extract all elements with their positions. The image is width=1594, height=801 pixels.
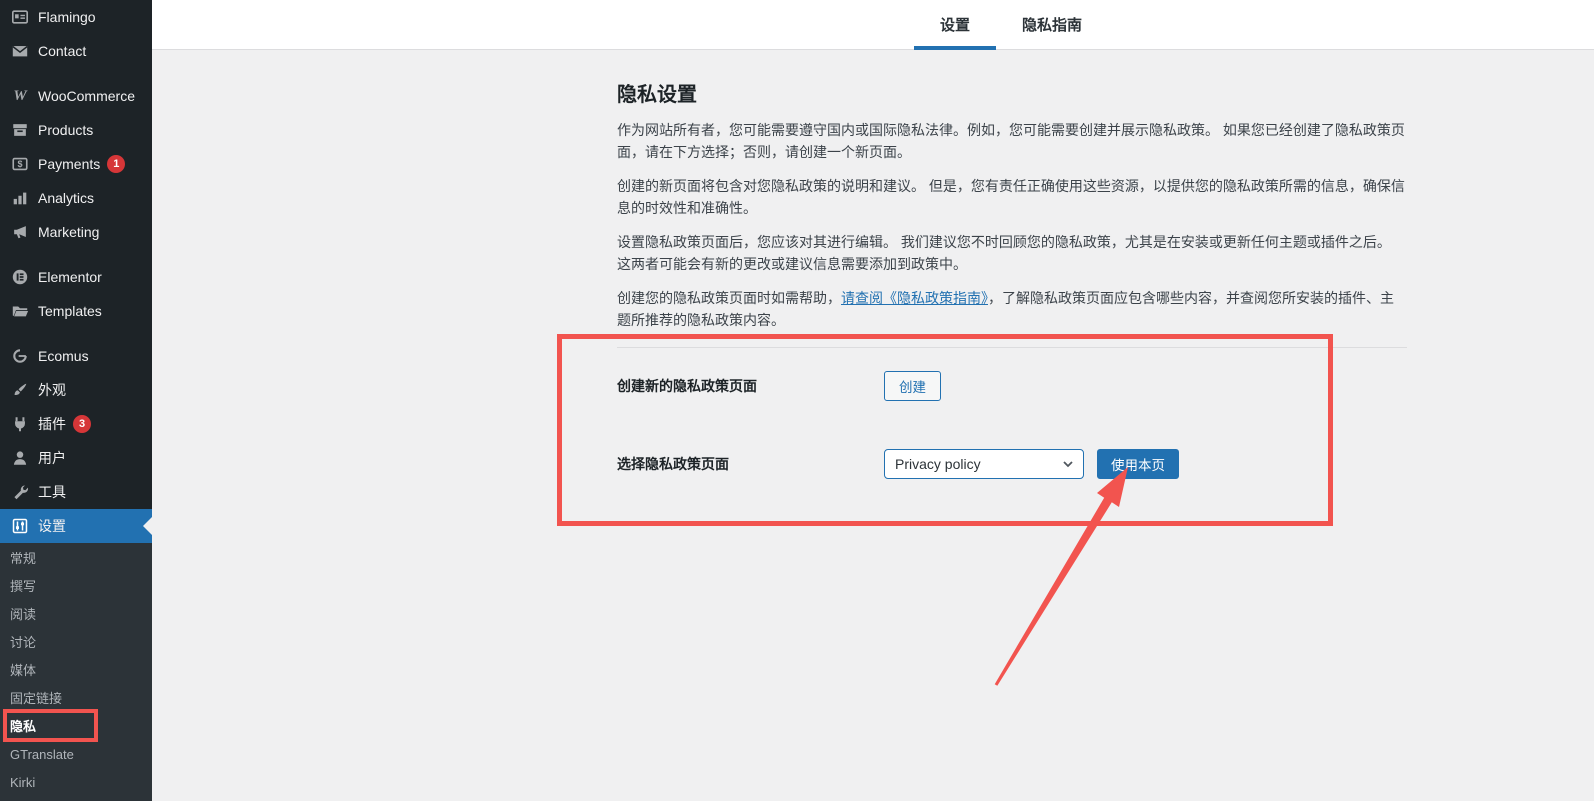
flamingo-icon: [10, 7, 30, 27]
sidebar-item-label: Elementor: [38, 269, 102, 285]
intro-paragraph-1: 作为网站所有者，您可能需要遵守国内或国际隐私法律。例如，您可能需要创建并展示隐私…: [617, 122, 1405, 160]
sidebar-item-label: WooCommerce: [38, 88, 135, 104]
settings-submenu: 常规 撰写 阅读 讨论 媒体 固定链接 隐私 GTranslate Kirki: [0, 543, 152, 801]
sidebar-item-elementor[interactable]: Elementor: [0, 260, 152, 294]
privacy-settings-content: 隐私设置 作为网站所有者，您可能需要遵守国内或国际隐私法律。例如，您可能需要创建…: [617, 51, 1407, 479]
analytics-bars-icon: [10, 188, 30, 208]
create-policy-row: 创建新的隐私政策页面 创建: [617, 371, 1407, 401]
svg-text:$: $: [17, 159, 22, 169]
sidebar-item-users[interactable]: 用户: [0, 441, 152, 475]
submenu-item-gtranslate[interactable]: GTranslate: [0, 741, 152, 769]
sidebar-item-label: Analytics: [38, 190, 95, 206]
plugin-icon: [10, 414, 30, 434]
sidebar-item-contact[interactable]: Contact: [0, 34, 152, 68]
sidebar-item-label: Contact: [38, 43, 87, 59]
submenu-item-discussion[interactable]: 讨论: [0, 629, 152, 657]
sidebar-item-label: Products: [38, 122, 94, 138]
sidebar-item-label: Payments: [38, 156, 101, 172]
payments-icon: $: [10, 154, 30, 174]
sidebar-item-label: Ecomus: [38, 348, 89, 364]
products-box-icon: [10, 120, 30, 140]
sidebar-item-flamingo[interactable]: Flamingo: [0, 0, 152, 34]
sidebar-item-label: 设置: [38, 518, 66, 534]
users-icon: [10, 448, 30, 468]
intro-paragraph-2: 创建的新页面将包含对您隐私政策的说明和建议。 但是，您有责任正确使用这些资源，以…: [617, 178, 1405, 216]
tab-privacy-guide[interactable]: 隐私指南: [996, 0, 1108, 50]
sidebar-item-tools[interactable]: 工具: [0, 475, 152, 509]
paintbrush-icon: [10, 380, 30, 400]
submenu-item-kirki[interactable]: Kirki: [0, 769, 152, 797]
privacy-guide-link[interactable]: 请查阅《隐私政策指南》: [841, 290, 988, 306]
submenu-item-media[interactable]: 媒体: [0, 657, 152, 685]
megaphone-icon: [10, 222, 30, 242]
privacy-page-select[interactable]: Privacy policy: [884, 449, 1084, 479]
sidebar-item-plugins[interactable]: 插件 3: [0, 407, 152, 441]
payments-badge: 1: [107, 155, 126, 173]
submenu-item-general[interactable]: 常规: [0, 545, 152, 573]
mail-icon: [10, 41, 30, 61]
sidebar-item-templates[interactable]: Templates: [0, 294, 152, 328]
sidebar-item-settings[interactable]: 设置: [0, 509, 152, 543]
submenu-item-permalinks[interactable]: 固定链接: [0, 685, 152, 713]
menu-separator: [0, 328, 152, 339]
privacy-page-select-wrap: Privacy policy: [884, 449, 1084, 479]
sidebar-item-label: 插件: [38, 416, 66, 432]
settings-sliders-icon: [10, 516, 30, 536]
sidebar-item-ecomus[interactable]: Ecomus: [0, 339, 152, 373]
menu-separator: [0, 68, 152, 79]
select-policy-label: 选择隐私政策页面: [617, 456, 729, 472]
sidebar-item-label: Flamingo: [38, 9, 96, 25]
use-this-page-button[interactable]: 使用本页: [1097, 449, 1179, 479]
intro-paragraph-3: 设置隐私政策页面后，您应该对其进行编辑。 我们建议您不时回顾您的隐私政策，尤其是…: [617, 234, 1391, 272]
privacy-tabs-bar: 设置 隐私指南: [152, 0, 1594, 50]
sidebar-item-products[interactable]: Products: [0, 113, 152, 147]
woocommerce-icon: W: [13, 87, 27, 104]
sidebar-item-analytics[interactable]: Analytics: [0, 181, 152, 215]
sidebar-item-woocommerce[interactable]: W WooCommerce: [0, 79, 152, 113]
plugins-badge: 3: [73, 415, 91, 433]
sidebar-item-label: Templates: [38, 303, 102, 319]
tabs: 设置 隐私指南: [617, 0, 1405, 50]
paragraph-4-text: 创建您的隐私政策页面时如需帮助，: [617, 290, 841, 306]
submenu-item-privacy[interactable]: 隐私: [0, 713, 152, 741]
tab-settings[interactable]: 设置: [913, 0, 996, 50]
wrench-icon: [10, 482, 30, 502]
menu-separator: [0, 249, 152, 260]
create-policy-label: 创建新的隐私政策页面: [617, 378, 757, 394]
elementor-icon: [10, 267, 30, 287]
sidebar-item-label: 用户: [38, 450, 66, 466]
select-policy-row: 选择隐私政策页面 Privacy policy 使用本页: [617, 449, 1407, 479]
ecomus-icon: [10, 346, 30, 366]
submenu-item-reading[interactable]: 阅读: [0, 601, 152, 629]
submenu-item-writing[interactable]: 撰写: [0, 573, 152, 601]
sidebar-item-label: 外观: [38, 382, 66, 398]
admin-sidebar: Flamingo Contact W WooCommerce Products …: [0, 0, 152, 801]
sidebar-item-marketing[interactable]: Marketing: [0, 215, 152, 249]
sidebar-item-label: 工具: [38, 484, 66, 500]
sidebar-item-label: Marketing: [38, 224, 100, 240]
sidebar-item-payments[interactable]: $ Payments 1: [0, 147, 152, 181]
create-page-button[interactable]: 创建: [884, 371, 941, 401]
intro-paragraph-4: 创建您的隐私政策页面时如需帮助，请查阅《隐私政策指南》，了解隐私政策页面应包含哪…: [617, 288, 1407, 331]
section-divider: [617, 347, 1407, 348]
folder-icon: [10, 301, 30, 321]
sidebar-item-appearance[interactable]: 外观: [0, 373, 152, 407]
page-title: 隐私设置: [617, 84, 697, 106]
